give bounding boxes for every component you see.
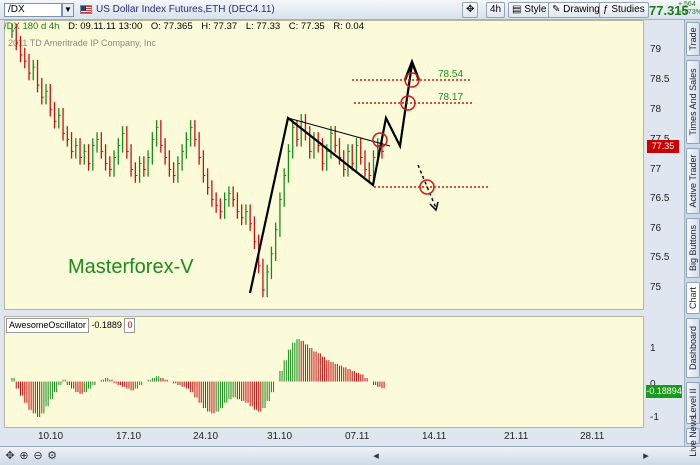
y-tick: 77	[650, 164, 662, 175]
x-tick: 14.11	[422, 431, 447, 442]
right-sidebar: Trade Times And Sales Active Trader Big …	[684, 20, 700, 457]
tab-label: Dashboard	[688, 325, 698, 371]
tab-label: Trade	[688, 27, 698, 51]
y-tick: 78	[650, 104, 662, 115]
tab-active-trader[interactable]: Active Trader	[686, 148, 700, 214]
tab-times-and-sales[interactable]: Times And Sales	[686, 60, 700, 144]
x-tick: 17.10	[116, 431, 142, 442]
tab-label: Level II	[688, 388, 698, 418]
tab-label: Chart	[688, 286, 698, 310]
level-label-mid: 78.17	[438, 92, 463, 103]
x-tick: 07.11	[345, 431, 370, 442]
wave-pattern-line	[248, 63, 414, 294]
oscillator-label[interactable]: AwesomeOscillator -0.1889 0	[6, 318, 136, 333]
forecast-arrow-head-icon	[429, 201, 439, 212]
tab-label: Times And Sales	[688, 68, 698, 136]
tab-label: Big Buttons	[688, 224, 698, 272]
scroll-left-icon[interactable]: ◂	[370, 450, 382, 462]
price-bars	[11, 23, 384, 298]
tab-label: Active Trader	[688, 154, 698, 208]
tab-big-buttons[interactable]: Big Buttons	[686, 218, 700, 278]
zoom-in-icon[interactable]: ⊕	[18, 450, 30, 462]
tab-live-news[interactable]: Live News	[686, 415, 700, 457]
y-tick: 79	[650, 44, 662, 55]
y-tick: 76.5	[650, 193, 670, 204]
tab-chart[interactable]: Chart	[686, 282, 700, 314]
osc-y-tick: -1	[650, 412, 659, 423]
x-tick: 21.11	[504, 431, 529, 442]
oscillator-panel[interactable]	[4, 316, 644, 428]
bottom-toolbar: ✥ ⊕ ⊖ ⚙ ◂ ▸	[0, 446, 700, 465]
tab-dashboard[interactable]: Dashboard	[686, 318, 700, 378]
tab-label: Live News	[688, 415, 698, 457]
settings-icon[interactable]: ⚙	[46, 450, 58, 462]
y-tick: 75	[650, 282, 662, 293]
oscillator-value-marker: -0.18894	[646, 385, 682, 398]
scroll-right-icon[interactable]: ▸	[640, 450, 652, 462]
time-axis[interactable]: 10.10 17.10 24.10 31.10 07.11 14.11 21.1…	[4, 428, 644, 444]
x-tick: 24.10	[193, 431, 219, 442]
y-tick: 78.5	[650, 74, 670, 85]
tab-trade[interactable]: Trade	[686, 22, 700, 56]
zoom-out-icon[interactable]: ⊖	[32, 450, 44, 462]
price-axis[interactable]: 79 78.5 78 77.5 77.35 77 76.5 76 75.5 75…	[644, 20, 684, 440]
current-price-marker: 77.35	[647, 140, 679, 153]
oscillator-name[interactable]: AwesomeOscillator	[6, 318, 89, 333]
level-label-high: 78.54	[438, 69, 463, 80]
oscillator-value: -0.1889	[91, 320, 122, 330]
y-tick: 76	[650, 223, 662, 234]
x-tick: 31.10	[267, 431, 293, 442]
x-tick: 28.11	[580, 431, 605, 442]
osc-y-tick: 1	[650, 343, 656, 354]
oscillator-flag: 0	[124, 318, 136, 333]
x-tick: 10.10	[38, 431, 64, 442]
y-tick: 75.5	[650, 252, 670, 263]
pan-icon[interactable]: ✥	[4, 450, 16, 462]
